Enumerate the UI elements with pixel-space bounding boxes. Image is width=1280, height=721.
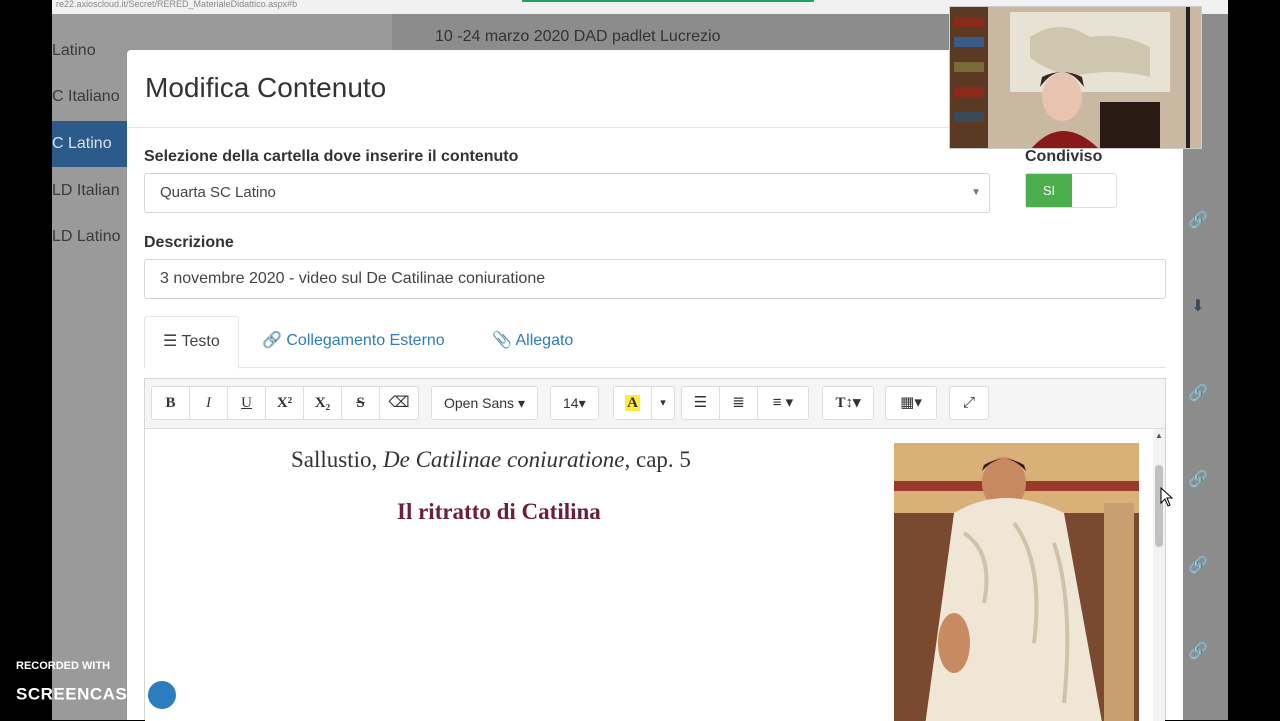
fullscreen-icon[interactable]: ⤢ [950, 387, 988, 419]
rich-text-editor: B I U X² X₂ S ⌫ Open Sans ▾ 14▾ A ▾ ☰ ≣ [144, 378, 1166, 721]
paragraph-align-icon[interactable]: ≡ ▾ [758, 387, 808, 419]
paperclip-icon: 📎 [492, 332, 512, 349]
format-group: B I U X² X₂ S ⌫ [151, 386, 419, 420]
description-label: Descrizione [144, 234, 234, 251]
loading-progress [522, 0, 814, 2]
font-size-group: 14▾ [550, 386, 599, 420]
tab-label: Allegato [515, 332, 574, 349]
underline-button[interactable]: U [228, 387, 266, 419]
bold-button[interactable]: B [152, 387, 190, 419]
chevron-down-icon: ▼ [971, 187, 981, 198]
subscript-button[interactable]: X₂ [304, 387, 342, 419]
line-height-icon[interactable]: T↕▾ [823, 387, 873, 419]
description-input[interactable]: 3 novembre 2020 - video sul De Catilinae… [144, 259, 1166, 299]
scroll-up-icon[interactable]: ▲ [1155, 431, 1163, 440]
shared-toggle-on: SI [1026, 174, 1072, 207]
superscript-button[interactable]: X² [266, 387, 304, 419]
content-heading: Sallustio, De Catilinae coniuratione, ca… [291, 447, 691, 473]
align-left-icon: ☰ [163, 333, 178, 350]
watermark-line1: RECORDED WITH [16, 660, 111, 672]
editor-content[interactable]: Sallustio, De Catilinae coniuratione, ca… [145, 429, 1153, 721]
sidebar-item-label: C Italiano [52, 88, 120, 105]
tab-testo[interactable]: ☰ Testo [144, 316, 239, 369]
screencast-watermark: RECORDED WITH SCREENCAST MATIC [16, 660, 242, 712]
sidebar-item-label: C Latino [52, 135, 112, 152]
content-tabs: ☰ Testo 🔗 Collegamento Esterno 📎 Allegat… [144, 316, 1166, 369]
url-text: re22.axioscloud.it/Secret/RERED_Material… [56, 0, 298, 9]
font-size-dropdown[interactable]: 14▾ [551, 387, 598, 419]
heading-prefix: Sallustio, [291, 447, 384, 472]
shared-label: Condiviso [1025, 148, 1103, 165]
link-icon: 🔗 [262, 332, 282, 349]
screencast-logo-icon [145, 678, 180, 712]
unordered-list-icon[interactable]: ☰ [682, 387, 720, 419]
table-group: ▦▾ [885, 386, 937, 420]
link-icon[interactable]: 🔗 [1188, 555, 1208, 575]
watermark-brand-left: SCREENCAST [16, 684, 139, 704]
description-value: 3 novembre 2020 - video sul De Catilinae… [160, 270, 546, 287]
tab-collegamento-esterno[interactable]: 🔗 Collegamento Esterno [244, 316, 463, 368]
fullscreen-group: ⤢ [949, 386, 989, 420]
webcam-overlay [949, 6, 1202, 149]
heading-suffix: , cap. 5 [624, 447, 691, 472]
folder-select-value: Quarta SC Latino [160, 184, 276, 201]
font-family-dropdown[interactable]: Open Sans ▾ [432, 387, 537, 419]
sidebar-item-label: LD Latino [52, 228, 121, 245]
catilina-painting [894, 443, 1139, 721]
shared-toggle[interactable]: SI [1025, 173, 1117, 208]
strikethrough-button[interactable]: S [342, 387, 380, 419]
tab-label: Testo [181, 333, 220, 350]
table-icon[interactable]: ▦▾ [886, 387, 936, 419]
heading-italic: De Catilinae coniuratione [383, 447, 625, 472]
content-subheading: Il ritratto di Catilina [397, 499, 601, 524]
list-group: ☰ ≣ ≡ ▾ [681, 386, 809, 420]
link-icon[interactable]: 🔗 [1188, 641, 1208, 661]
editor-scrollbar[interactable]: ▲ [1153, 429, 1165, 721]
watermark-brand: SCREENCAST MATIC [16, 678, 242, 712]
font-color-letter: A [625, 395, 640, 411]
list-item-title[interactable]: 10 -24 marzo 2020 DAD padlet Lucrezio [435, 28, 721, 46]
sidebar-item-label: Latino [52, 42, 96, 59]
sidebar-item-label: LD Italian [52, 182, 120, 199]
ordered-list-icon[interactable]: ≣ [720, 387, 758, 419]
tab-allegato[interactable]: 📎 Allegato [474, 316, 591, 368]
link-icon[interactable]: 🔗 [1188, 210, 1208, 230]
italic-button[interactable]: I [190, 387, 228, 419]
font-family-group: Open Sans ▾ [431, 386, 538, 420]
text-height-group: T↕▾ [822, 386, 874, 420]
edit-content-modal: Modifica Contenuto Selezione della carte… [127, 50, 1183, 721]
link-icon[interactable]: 🔗 [1188, 469, 1208, 489]
editor-toolbar: B I U X² X₂ S ⌫ Open Sans ▾ 14▾ A ▾ ☰ ≣ [145, 379, 1165, 429]
eraser-icon[interactable]: ⌫ [380, 387, 418, 419]
watermark-brand-right: MATIC [186, 684, 242, 704]
folder-label: Selezione della cartella dove inserire i… [144, 148, 519, 165]
mouse-cursor-icon [1160, 486, 1174, 512]
font-color-button[interactable]: A [614, 387, 652, 419]
download-icon[interactable]: ⬇ [1188, 296, 1208, 316]
color-dropdown[interactable]: ▾ [652, 387, 674, 419]
tab-label: Collegamento Esterno [286, 332, 445, 349]
folder-select[interactable]: Quarta SC Latino ▼ [144, 173, 990, 213]
color-group: A ▾ [613, 386, 675, 420]
modal-title: Modifica Contenuto [145, 72, 387, 103]
link-icon[interactable]: 🔗 [1188, 383, 1208, 403]
